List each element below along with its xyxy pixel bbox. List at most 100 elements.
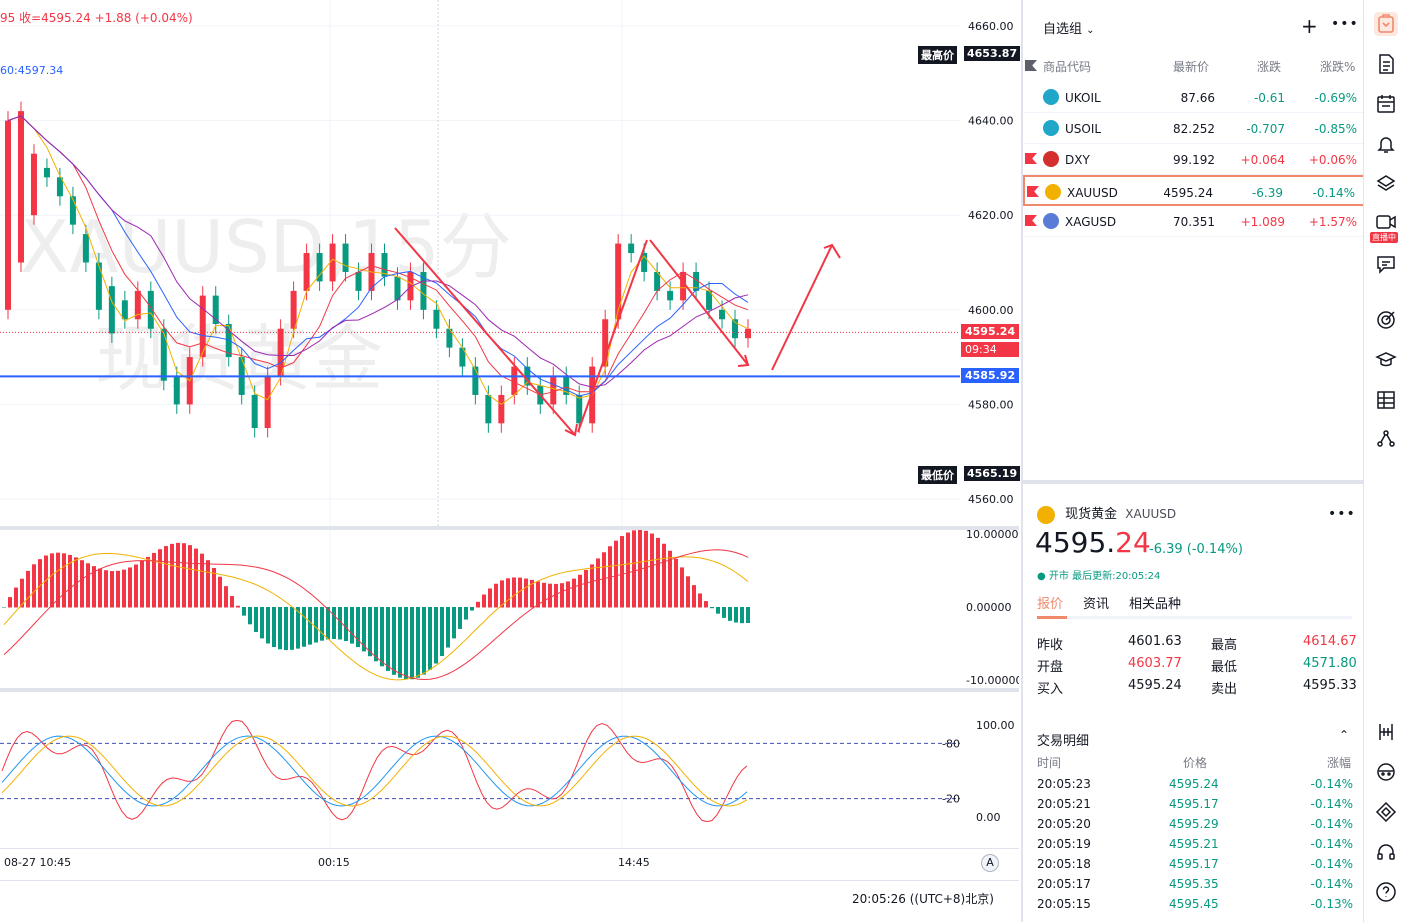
pane-divider-2[interactable]	[0, 688, 1019, 692]
header-change[interactable]: 涨跌	[1257, 58, 1281, 75]
macd-histogram-bar	[446, 607, 450, 648]
macd-histogram-bar	[290, 607, 294, 650]
macd-histogram-bar	[470, 607, 474, 611]
macd-histogram-bar	[680, 567, 684, 608]
candle-body	[108, 286, 115, 334]
notes-icon[interactable]	[1374, 52, 1398, 76]
row-symbol: USOIL	[1065, 122, 1102, 136]
trade-header-price: 价格	[1183, 756, 1208, 770]
moving-average-line	[7, 115, 749, 406]
watchlist-header: 自选组 ⌄ + •••	[1023, 12, 1365, 42]
alert-icon[interactable]	[1374, 132, 1398, 156]
candle-body	[303, 253, 310, 291]
chart-area[interactable]: XAUUSD,15分 现货黄金 4660.004640.004620.00460…	[0, 0, 1021, 922]
row-change: +1.089	[1240, 215, 1285, 229]
add-symbol-icon[interactable]: +	[1301, 14, 1318, 38]
macd-histogram-bar	[746, 607, 750, 623]
watchlist-title[interactable]: 自选组 ⌄	[1043, 18, 1095, 37]
candle-body	[43, 167, 50, 178]
trade-row: 20:05:23 4595.24 -0.14%	[1023, 775, 1365, 795]
macd-histogram-bar	[416, 607, 420, 678]
macd-histogram-bar	[368, 607, 372, 657]
trend-arrow	[649, 239, 749, 366]
macd-histogram-bar	[98, 568, 102, 608]
watchlist-row-usoil[interactable]: USOIL 82.252 -0.707 -0.85%	[1023, 113, 1365, 144]
target-icon[interactable]	[1374, 308, 1398, 332]
candle-body	[615, 243, 622, 320]
grid-icon[interactable]	[1374, 388, 1398, 412]
macd-histogram-bar	[590, 564, 594, 608]
academy-icon[interactable]	[1374, 348, 1398, 372]
live-video-icon[interactable]	[1374, 210, 1398, 234]
price-chart[interactable]: 4660.00 4640.00 4620.00 4600.00 4580.00 4560.…	[0, 0, 1019, 922]
macd-histogram-bar	[410, 607, 414, 680]
tab-underline	[1037, 616, 1352, 619]
detail-header: 现货黄金 XAUUSD	[1037, 503, 1176, 524]
macd-histogram-bar	[2, 607, 6, 608]
flag-icon[interactable]	[1025, 153, 1037, 164]
detail-more-icon[interactable]: •••	[1328, 506, 1356, 522]
tab-related[interactable]: 相关品种	[1129, 593, 1181, 612]
pane-divider-1[interactable]	[0, 526, 1019, 530]
trades-title[interactable]: 交易明细	[1037, 730, 1089, 749]
macd-histogram-bar	[572, 578, 576, 608]
macd-histogram-bar	[326, 607, 330, 640]
trade-row: 20:05:20 4595.29 -0.14%	[1023, 815, 1365, 835]
watchlist-row-ukoil[interactable]: UKOIL 87.66 -0.61 -0.69%	[1023, 82, 1365, 113]
diamond-icon[interactable]	[1374, 800, 1398, 824]
macd-histogram-bar	[428, 607, 432, 670]
panel-divider[interactable]	[1023, 480, 1365, 484]
headset-icon[interactable]	[1374, 840, 1398, 864]
trade-price: 4595.29	[1169, 817, 1219, 831]
flag-icon[interactable]	[1027, 186, 1039, 197]
layers-icon[interactable]	[1374, 172, 1398, 196]
auto-scale-button[interactable]: A	[981, 854, 999, 872]
watchlist-icon[interactable]	[1374, 12, 1398, 36]
collapse-icon[interactable]: ⌃	[1339, 728, 1349, 742]
face-icon[interactable]	[1374, 760, 1398, 784]
trade-row: 20:05:17 4595.35 -0.14%	[1023, 875, 1365, 895]
macd-histogram-bar	[716, 607, 720, 614]
macd-histogram-bar	[50, 553, 54, 608]
macd-histogram-bar	[350, 607, 354, 644]
macd-histogram-bar	[344, 607, 348, 642]
macd-histogram-bar	[452, 607, 456, 639]
flag-icon[interactable]	[1025, 215, 1037, 226]
oil-icon	[1043, 89, 1059, 105]
trade-row: 20:05:21 4595.17 -0.14%	[1023, 795, 1365, 815]
header-change-pct[interactable]: 涨跌%	[1320, 58, 1355, 75]
stoch-level-label: -20	[942, 793, 960, 806]
trade-time: 20:05:19	[1037, 837, 1091, 851]
trade-pct: -0.14%	[1310, 797, 1353, 811]
trade-pct: -0.13%	[1310, 897, 1353, 911]
watchlist-row-dxy[interactable]: DXY 99.192 +0.064 +0.06%	[1023, 144, 1365, 175]
row-change: -6.39	[1251, 186, 1283, 200]
tab-quote[interactable]: 报价	[1037, 593, 1063, 612]
macd-histogram-bar	[602, 552, 606, 608]
more-icon[interactable]: •••	[1331, 16, 1359, 32]
tab-underline-active	[1037, 616, 1067, 619]
macd-histogram-bar	[560, 583, 564, 608]
stoch-tick-label: 100.00	[976, 719, 1015, 732]
tab-news[interactable]: 资讯	[1083, 593, 1109, 612]
header-last[interactable]: 最新价	[1173, 58, 1209, 75]
chat-icon[interactable]	[1374, 252, 1398, 276]
row-symbol: XAGUSD	[1065, 215, 1117, 229]
timezone-clock[interactable]: 20:05:26 ((UTC+8)北京)	[852, 890, 994, 907]
macd-histogram-bar	[134, 564, 138, 608]
help-icon[interactable]	[1374, 880, 1398, 904]
macd-histogram-bar	[734, 607, 738, 623]
macd-histogram-bar	[392, 607, 396, 675]
macd-histogram-bar	[278, 607, 282, 650]
ruler-icon[interactable]	[1374, 720, 1398, 744]
macd-histogram-bar	[104, 570, 108, 608]
watchlist-row-xagusd[interactable]: XAGUSD 70.351 +1.089 +1.57%	[1023, 206, 1365, 237]
watchlist-row-xauusd[interactable]: XAUUSD 4595.24 -6.39 -0.14%	[1023, 175, 1365, 206]
trade-time: 20:05:23	[1037, 777, 1091, 791]
trade-price: 4595.35	[1169, 877, 1219, 891]
low-label: 最低价	[918, 466, 957, 484]
calendar-icon[interactable]	[1374, 92, 1398, 116]
header-symbol[interactable]: 商品代码	[1043, 58, 1091, 75]
network-icon[interactable]	[1374, 426, 1398, 450]
row-last: 70.351	[1173, 215, 1215, 229]
